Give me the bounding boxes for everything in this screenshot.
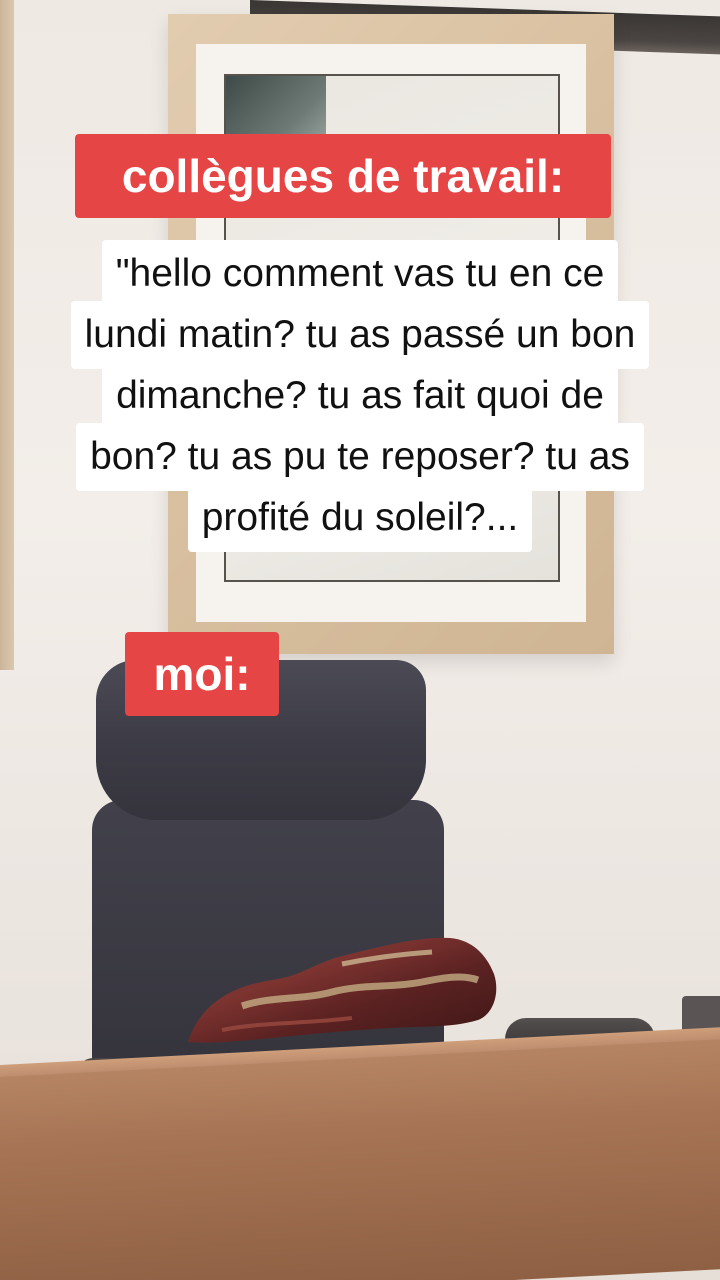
quote-line: dimanche? tu as fait quoi de xyxy=(102,362,618,430)
meat-slab-image xyxy=(188,937,497,1043)
wall-edge xyxy=(0,0,14,670)
quote-line: "hello comment vas tu en ce xyxy=(101,240,619,308)
me-caption: moi: xyxy=(125,632,279,716)
meme-scene: collègues de travail: "hello comment vas… xyxy=(0,0,720,1280)
me-caption-text: moi: xyxy=(153,648,251,700)
quote-line: lundi matin? tu as passé un bon xyxy=(70,301,650,369)
colleagues-caption-text: collègues de travail: xyxy=(121,150,565,202)
colleagues-caption: collègues de travail: xyxy=(75,134,611,218)
colleagues-quote: "hello comment vas tu en ce lundi matin?… xyxy=(30,240,690,552)
quote-line: profité du soleil?... xyxy=(187,484,533,552)
quote-line: bon? tu as pu te reposer? tu as xyxy=(76,423,644,491)
wooden-desk xyxy=(0,1037,720,1280)
